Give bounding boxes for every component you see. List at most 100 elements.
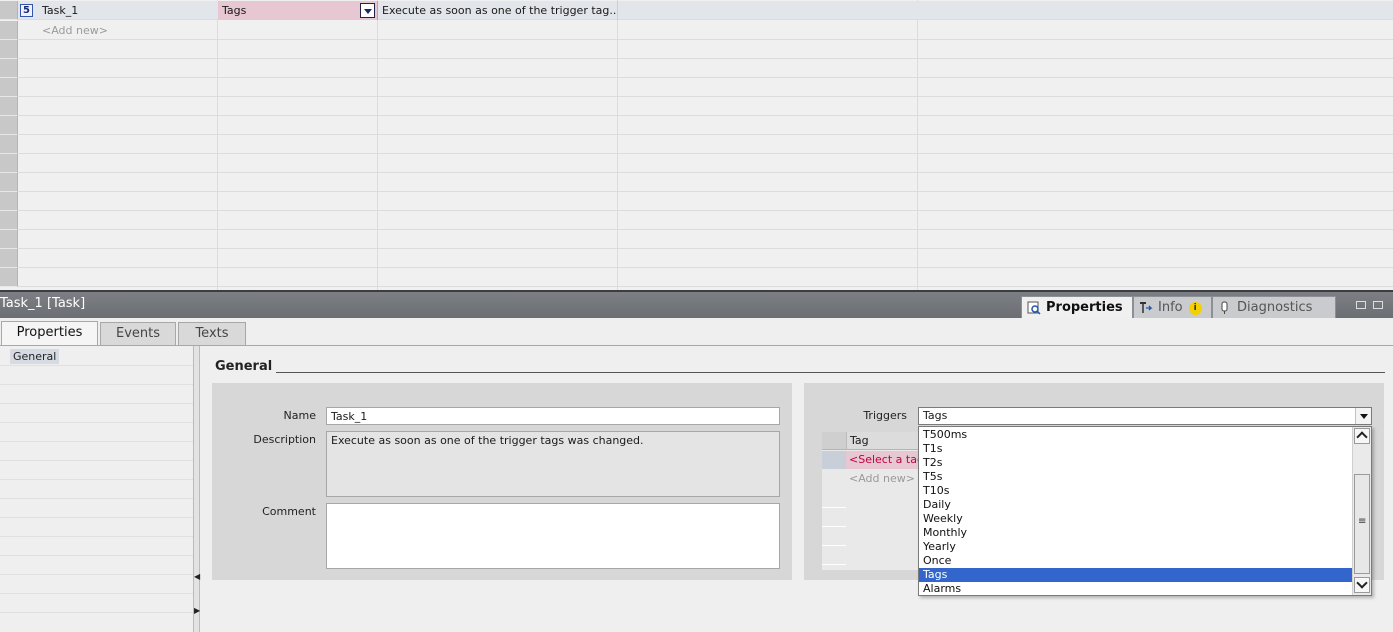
dropdown-option[interactable]: Once xyxy=(919,554,1353,568)
info-icon xyxy=(1140,302,1153,313)
row-divider xyxy=(822,545,846,546)
empty-table-row xyxy=(0,40,1393,59)
row-header xyxy=(822,451,846,469)
scrollbar-thumb[interactable] xyxy=(1354,474,1370,574)
dropdown-option[interactable]: Daily xyxy=(919,498,1353,512)
row-header xyxy=(0,192,18,211)
restore-window-icon[interactable] xyxy=(1356,301,1366,309)
dropdown-option[interactable]: T10s xyxy=(919,484,1353,498)
properties-icon xyxy=(1027,301,1041,315)
nav-row-divider xyxy=(0,479,193,480)
tab-properties[interactable]: Properties xyxy=(1021,296,1133,320)
comment-field[interactable] xyxy=(326,503,780,569)
triggers-select-value: Tags xyxy=(923,409,948,422)
diagnostics-icon xyxy=(1221,301,1228,314)
description-cell[interactable]: Execute as soon as one of the trigger ta… xyxy=(378,1,618,20)
dropdown-option[interactable]: Yearly xyxy=(919,540,1353,554)
trigger-dropdown-arrow-icon[interactable] xyxy=(360,3,375,18)
nav-row-divider xyxy=(0,403,193,404)
navigation-tree: General xyxy=(0,346,193,632)
trigger-cell[interactable]: Tags xyxy=(218,1,378,20)
dropdown-scrollbar[interactable] xyxy=(1352,427,1371,595)
trigger-cell-value: Tags xyxy=(222,4,247,17)
add-new-task[interactable]: <Add new> xyxy=(38,21,218,40)
trigger-tag-table: Tag <Select a tag> <Add new> xyxy=(822,432,942,570)
tab-info[interactable]: Info i xyxy=(1133,296,1212,320)
row-header xyxy=(0,59,18,78)
scroll-down-icon[interactable] xyxy=(1354,577,1370,593)
description-label: Description xyxy=(253,433,316,446)
info-badge-icon: i xyxy=(1188,302,1202,315)
tag-table-corner xyxy=(822,432,846,450)
row-header xyxy=(0,97,18,116)
collapse-left-icon[interactable]: ◀ xyxy=(194,572,200,581)
task-table: 5 Task_1 Tags Execute as soon as one of … xyxy=(0,0,1393,290)
row-header xyxy=(0,268,18,287)
row-header xyxy=(0,116,18,135)
chevron-down-icon[interactable] xyxy=(1355,408,1371,424)
expand-right-icon[interactable]: ▶ xyxy=(194,606,200,615)
nav-row-divider xyxy=(0,441,193,442)
empty-table-row xyxy=(0,230,1393,249)
dropdown-option[interactable]: T500ms xyxy=(919,428,1353,442)
dropdown-option[interactable]: Monthly xyxy=(919,526,1353,540)
row-header[interactable] xyxy=(0,1,18,20)
name-label: Name xyxy=(283,409,316,422)
row-header xyxy=(0,40,18,59)
tab-diagnostics[interactable]: Diagnostics xyxy=(1212,296,1336,320)
maximize-window-icon[interactable] xyxy=(1373,301,1383,309)
empty-table-row xyxy=(0,97,1393,116)
section-divider xyxy=(276,372,1385,373)
triggers-dropdown-list[interactable]: T500ms T1s T2s T5s T10s Daily Weekly Monthly Yea… xyxy=(918,426,1372,596)
dropdown-option[interactable]: Tags xyxy=(919,568,1353,582)
subtab-properties[interactable]: Properties xyxy=(1,321,98,346)
inspector-title-bar: Task_1 [Task] Properties Info i Diagnosti… xyxy=(0,290,1393,320)
subtab-events[interactable]: Events xyxy=(100,322,176,345)
empty-table-row xyxy=(0,154,1393,173)
empty-table-row xyxy=(0,211,1393,230)
row-divider xyxy=(822,526,846,527)
comment-label: Comment xyxy=(262,505,316,518)
row-header xyxy=(0,173,18,192)
dropdown-option[interactable]: T5s xyxy=(919,470,1353,484)
name-field[interactable]: Task_1 xyxy=(326,407,780,425)
task-name-cell[interactable]: Task_1 xyxy=(38,1,218,20)
nav-row-divider xyxy=(0,574,193,575)
nav-row-divider xyxy=(0,555,193,556)
dropdown-option[interactable]: T2s xyxy=(919,456,1353,470)
nav-row-divider xyxy=(0,593,193,594)
row-header xyxy=(0,78,18,97)
tab-diagnostics-label: Diagnostics xyxy=(1237,300,1313,315)
row-divider xyxy=(822,564,846,565)
section-heading-general: General xyxy=(215,359,273,374)
row-header xyxy=(0,135,18,154)
description-field[interactable]: Execute as soon as one of the trigger ta… xyxy=(326,431,780,497)
empty-table-row xyxy=(0,268,1393,287)
subtab-divider xyxy=(0,345,1393,346)
scroll-up-icon[interactable] xyxy=(1354,428,1370,444)
nav-row-divider xyxy=(0,612,193,613)
nav-splitter[interactable]: ◀ ▶ xyxy=(193,346,200,632)
empty-table-row xyxy=(0,192,1393,211)
nav-row-divider xyxy=(0,517,193,518)
nav-row-divider xyxy=(0,422,193,423)
dropdown-option[interactable]: Weekly xyxy=(919,512,1353,526)
inspector-title: Task_1 [Task] xyxy=(0,296,86,311)
empty-table-row xyxy=(0,116,1393,135)
nav-row-divider xyxy=(0,365,193,366)
add-new-row[interactable]: <Add new> xyxy=(0,21,1393,40)
nav-row-divider xyxy=(0,460,193,461)
triggers-select[interactable]: Tags xyxy=(918,407,1372,425)
row-header xyxy=(0,230,18,249)
nav-item-general[interactable]: General xyxy=(10,349,60,364)
triggers-label: Triggers xyxy=(863,409,907,422)
subtab-texts[interactable]: Texts xyxy=(178,322,246,345)
empty-table-row xyxy=(0,173,1393,192)
tab-info-label: Info xyxy=(1158,300,1183,315)
task-row[interactable]: 5 Task_1 Tags Execute as soon as one of … xyxy=(0,1,1393,20)
empty-table-row xyxy=(0,249,1393,268)
dropdown-option[interactable]: Alarms xyxy=(919,582,1353,596)
dropdown-option[interactable]: T1s xyxy=(919,442,1353,456)
task-number-icon: 5 xyxy=(20,4,33,17)
row-divider xyxy=(822,507,846,508)
